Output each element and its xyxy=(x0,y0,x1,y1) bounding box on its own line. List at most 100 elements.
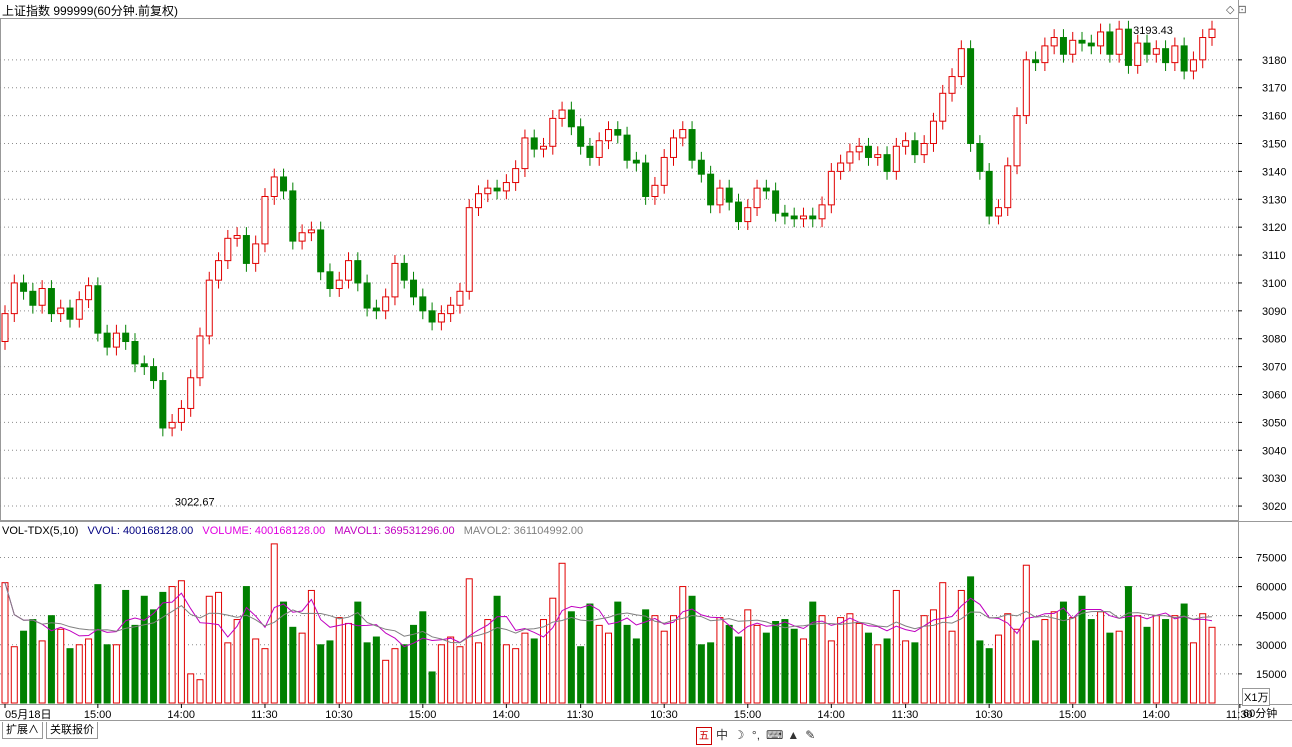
candle-body xyxy=(540,145,548,150)
ime-toolbar-icon-2[interactable]: ☽ xyxy=(732,727,746,745)
volume-bar xyxy=(772,621,780,704)
ime-toolbar-icon-3[interactable]: °, xyxy=(749,727,763,745)
candle-body xyxy=(985,170,993,217)
volume-bar xyxy=(929,609,937,704)
volume-tick-label: 45000 xyxy=(1256,611,1287,623)
volume-bar xyxy=(1050,611,1058,704)
price-tick-label: 3070 xyxy=(1262,362,1286,374)
period-label[interactable]: 60分钟 xyxy=(1243,705,1277,721)
tab-expand[interactable]: 扩展∧ xyxy=(2,722,43,739)
candle-body xyxy=(447,304,455,315)
chart-canvas[interactable]: 3020 3030 3040 3050 3060 3070 3080 3090 3100 3110… xyxy=(0,0,1292,720)
volume-bar xyxy=(994,634,1002,704)
volume-bar xyxy=(948,630,956,704)
candle-body xyxy=(47,288,55,315)
candle-body xyxy=(400,262,408,281)
volume-bar xyxy=(632,638,640,704)
candle-body xyxy=(1171,45,1179,64)
candle-body xyxy=(1208,28,1216,39)
volume-bar xyxy=(326,640,334,704)
volume-bar xyxy=(577,646,585,704)
candle-body xyxy=(1022,59,1030,117)
candle-body xyxy=(521,137,529,170)
candle-body xyxy=(122,332,130,343)
bottom-tab-bar: 扩展∧ 关联报价 xyxy=(0,720,1292,747)
candle-body xyxy=(744,207,752,223)
volume-bar xyxy=(400,644,408,704)
volume-bar xyxy=(716,617,724,704)
candle-body xyxy=(605,129,612,142)
tab-related-quotes[interactable]: 关联报价 xyxy=(46,722,98,739)
volume-bar xyxy=(465,578,473,704)
candle-body xyxy=(911,140,919,156)
candle-body xyxy=(725,187,733,203)
candle-body xyxy=(614,129,622,136)
volume-bar xyxy=(215,591,223,704)
time-axis-label: 14:00 xyxy=(1142,709,1170,720)
volume-bar xyxy=(410,624,418,704)
candle-body xyxy=(298,232,306,242)
candle-body xyxy=(1199,37,1207,61)
candle-body xyxy=(790,215,798,220)
candle-body xyxy=(168,421,176,429)
volume-bar xyxy=(660,630,668,704)
volume-bar xyxy=(1180,603,1188,704)
candle-body xyxy=(512,168,520,184)
candle-body xyxy=(846,151,854,164)
volume-tick-label: 15000 xyxy=(1256,669,1287,681)
candle-body xyxy=(577,126,585,147)
volume-bar xyxy=(883,638,891,704)
volume-bar xyxy=(864,632,872,704)
candle-body xyxy=(837,162,845,172)
candle-body xyxy=(419,296,427,312)
candle-body xyxy=(140,363,148,368)
volume-unit-label: X1万 xyxy=(1242,688,1271,706)
price-panel-frame xyxy=(0,18,1239,521)
candle-body xyxy=(567,109,575,128)
candle-body xyxy=(753,187,761,209)
volume-bar xyxy=(298,632,306,704)
volume-bar xyxy=(224,642,232,704)
time-axis-label: 14:00 xyxy=(817,709,845,720)
volume-bar xyxy=(1032,640,1040,704)
time-axis-label: 10:30 xyxy=(975,709,1003,720)
volume-bar xyxy=(75,644,83,704)
volume-bar xyxy=(354,601,362,704)
volume-bar xyxy=(1004,613,1012,704)
price-tick-label: 3060 xyxy=(1262,390,1286,402)
candle-body xyxy=(29,290,37,306)
volume-bar xyxy=(456,646,464,704)
time-axis-label: 11:30 xyxy=(251,709,278,720)
volume-bar xyxy=(697,644,705,704)
volume-bar xyxy=(976,640,984,704)
volume-bar xyxy=(20,630,28,704)
candle-body xyxy=(372,307,380,312)
volume-bar xyxy=(112,644,120,704)
volume-bar xyxy=(642,609,650,704)
candle-body xyxy=(864,145,872,158)
volume-bar xyxy=(1013,628,1021,704)
candle-body xyxy=(716,187,724,206)
volume-bar xyxy=(614,601,622,704)
volume-tick-label: 75000 xyxy=(1256,552,1287,564)
candle-body xyxy=(66,307,74,320)
volume-bar xyxy=(939,582,947,704)
ime-toolbar-icon-1[interactable]: 中 xyxy=(715,727,729,745)
candle-body xyxy=(465,207,473,292)
candle-body xyxy=(1180,45,1188,72)
volume-bar xyxy=(985,648,993,704)
time-axis-label: 11:30 xyxy=(892,709,919,720)
low-price-label: 3022.67 xyxy=(175,496,215,508)
ime-toolbar-icon-6[interactable]: ✎ xyxy=(803,727,817,745)
ime-toolbar-icon-4[interactable]: ⌨ xyxy=(766,727,783,745)
candle-body xyxy=(1059,37,1067,55)
ime-toolbar-icon-0[interactable]: 五 xyxy=(696,727,712,745)
volume-bar xyxy=(475,642,483,704)
volume-bar xyxy=(734,636,742,704)
volume-bar xyxy=(428,671,436,704)
candle-body xyxy=(1189,59,1197,72)
candle-body xyxy=(382,296,390,312)
volume-bar xyxy=(549,597,557,704)
ime-toolbar-icon-5[interactable]: ▲ xyxy=(786,727,800,745)
volume-bar xyxy=(419,611,427,704)
